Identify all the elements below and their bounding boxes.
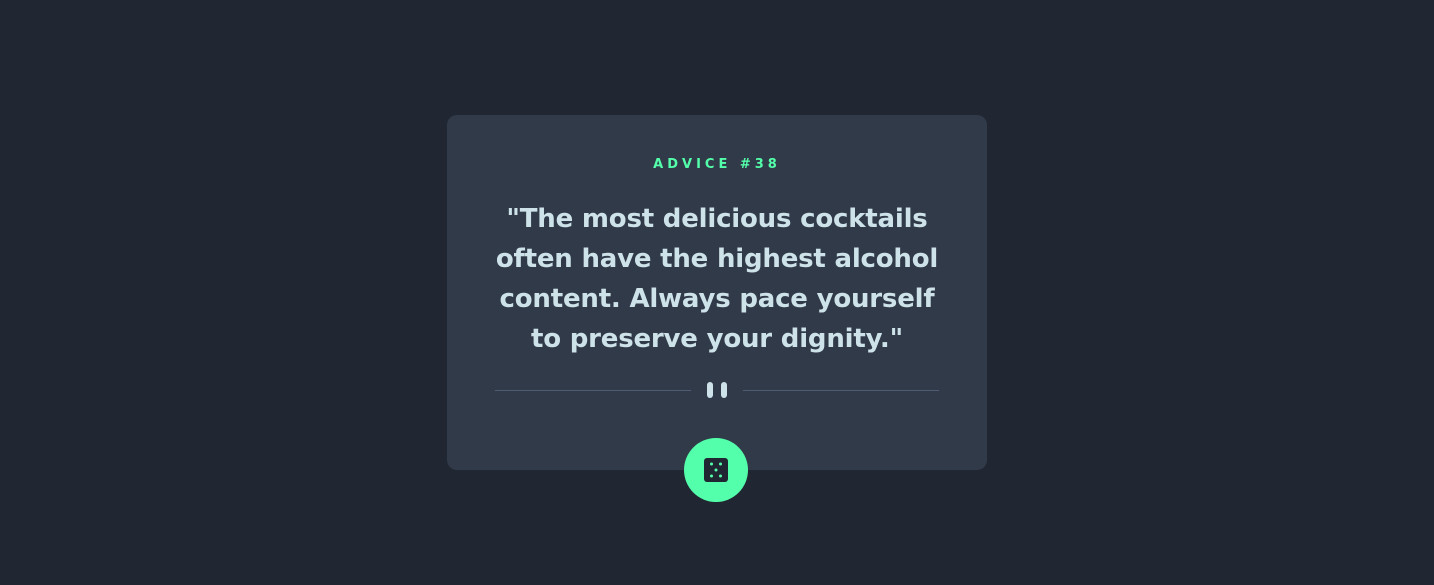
divider <box>495 381 939 399</box>
pause-icon <box>707 381 727 399</box>
pause-bar-left <box>707 382 713 398</box>
generate-advice-button[interactable] <box>684 438 748 502</box>
dice-icon <box>704 458 728 482</box>
pause-bar-right <box>721 382 727 398</box>
divider-line-left <box>495 390 691 391</box>
advice-card: ADVICE #38 "The most delicious cocktails… <box>447 115 987 470</box>
advice-quote: "The most delicious cocktails often have… <box>495 204 939 354</box>
advice-number-label: ADVICE #38 <box>653 157 781 172</box>
divider-line-right <box>743 390 939 391</box>
